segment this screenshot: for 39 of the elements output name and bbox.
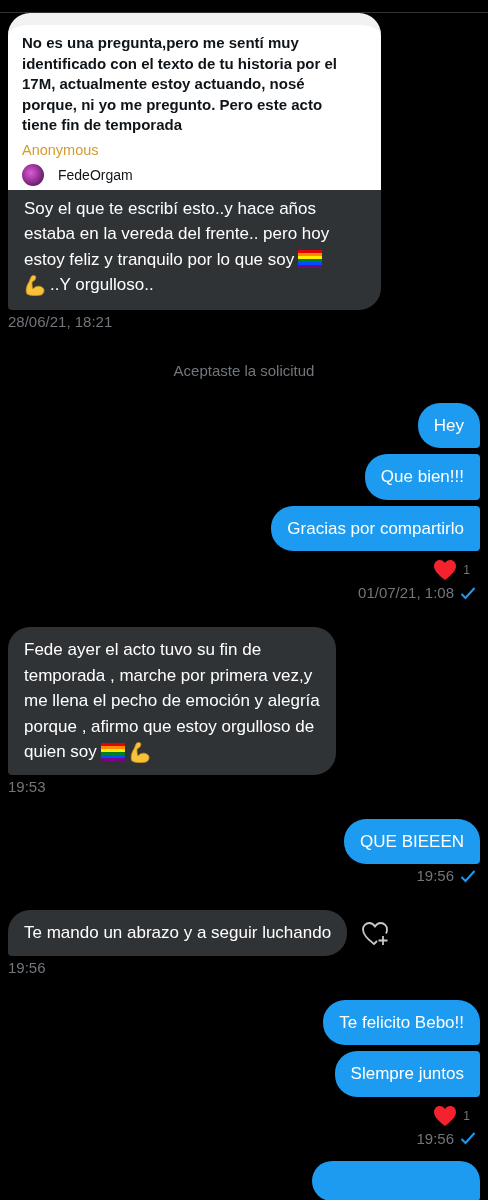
message-text: porque , afirmo que estoy orgulloso de [24,715,315,738]
message-text: ..Y orgulloso.. [50,274,154,296]
message-text: quien soy [24,741,97,763]
message-text: me llena el pecho de emoción y alegría [24,690,320,712]
rainbow-flag-icon [100,742,125,761]
message-time: 28/06/21, 18:21 [8,312,113,330]
message-text: temporada , marche por primera vez,y [24,664,313,687]
message-text: estaba en la vereda del frente.. pero hoy [24,223,330,245]
message-text: Te mando un abrazo y a seguir luchando [24,922,332,944]
message-text: Gracias por compartirlo [287,517,464,540]
check-icon [460,868,476,883]
reaction-count: 1 [463,1108,470,1123]
avatar [22,163,44,186]
message-time: 19:53 [8,777,46,795]
message-text: Te felicito Bebo!! [339,1011,464,1034]
message-text: Slempre juntos [350,1063,464,1085]
reaction-count: 1 [463,563,470,577]
message-text: QUE BIEEEN [360,830,464,853]
message-text: Soy el que te escribí esto..y hace años [24,197,316,220]
message-time: 19:56 [416,1129,454,1147]
message-time: 19:56 [8,958,46,976]
check-icon [460,1131,476,1145]
message-text: Hey [433,414,464,437]
heart-icon[interactable] [433,559,458,581]
question-text: No es una pregunta,pero me sentí muy identificado con el texto de tu historia por el 17M, actualmente estoy actuando, nosé porque, ni yo me pregunto. Pero este acto tiene fin de temporada [22,33,339,135]
flexed-arm-icon [24,273,46,296]
heart-icon[interactable] [433,1104,458,1127]
message-text: Que bien!!! [380,466,464,488]
message-text: Fede ayer el acto tuvo su fin de [24,639,262,661]
message-text: estoy feliz y tranquilo por lo que soy [24,248,295,271]
message-time: 19:56 [416,867,454,884]
rainbow-flag-icon [298,250,323,269]
quoted-question-card[interactable] [8,13,381,190]
author-name: Anonymous [22,141,100,158]
profile-name: FedeOrgam [58,166,133,183]
system-message: Aceptaste la solicitud [173,361,315,379]
check-icon [460,585,476,600]
message-time: 01/07/21, 1:08 [358,584,454,601]
flexed-arm-icon [128,740,151,763]
